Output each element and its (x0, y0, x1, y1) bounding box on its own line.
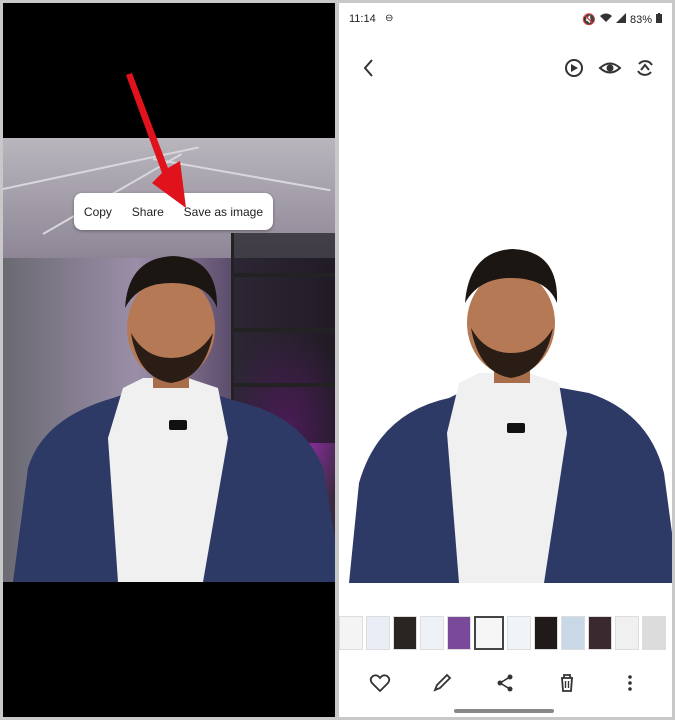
dnd-icon: ⊖ (385, 13, 394, 24)
thumbnail[interactable] (615, 616, 639, 650)
thumbnail[interactable] (474, 616, 504, 650)
share-icon[interactable] (492, 670, 518, 696)
thumbnail[interactable] (561, 616, 585, 650)
delete-icon[interactable] (554, 670, 580, 696)
viewer-toolbar (339, 53, 672, 85)
more-icon[interactable] (617, 670, 643, 696)
battery-percent: 83% (629, 13, 652, 26)
thumbnail[interactable] (366, 616, 390, 650)
thumbnail[interactable] (507, 616, 531, 650)
wifi-icon (599, 13, 612, 26)
thumbnail[interactable] (534, 616, 558, 650)
cutout-image[interactable] (339, 233, 672, 583)
home-indicator[interactable] (454, 709, 554, 713)
rotate-icon[interactable] (632, 55, 658, 81)
eye-icon[interactable] (597, 55, 623, 81)
thumbnail[interactable] (420, 616, 444, 650)
copy-button[interactable]: Copy (80, 205, 116, 219)
status-bar: 11:14 ⊖ 🔇 83% (339, 3, 672, 31)
signal-icon (615, 13, 626, 26)
gallery-viewer-panel: 11:14 ⊖ 🔇 83% (339, 3, 672, 717)
left-screenshot-panel: Copy Share Save as image (3, 3, 335, 717)
thumbnail-strip[interactable] (339, 616, 672, 650)
back-icon[interactable] (357, 53, 381, 83)
thumbnail[interactable] (642, 616, 666, 650)
edit-icon[interactable] (429, 670, 455, 696)
battery-icon (656, 13, 662, 26)
thumbnail[interactable] (339, 616, 363, 650)
thumbnail[interactable] (588, 616, 612, 650)
remaster-icon[interactable] (561, 55, 587, 81)
bottom-action-bar (339, 666, 672, 700)
mute-icon: 🔇 (582, 14, 596, 26)
status-time: 11:14 (349, 13, 376, 25)
red-arrow-annotation (126, 73, 186, 208)
thumbnail[interactable] (447, 616, 471, 650)
thumbnail[interactable] (393, 616, 417, 650)
heart-icon[interactable] (367, 670, 393, 696)
person-subject[interactable] (3, 238, 335, 582)
